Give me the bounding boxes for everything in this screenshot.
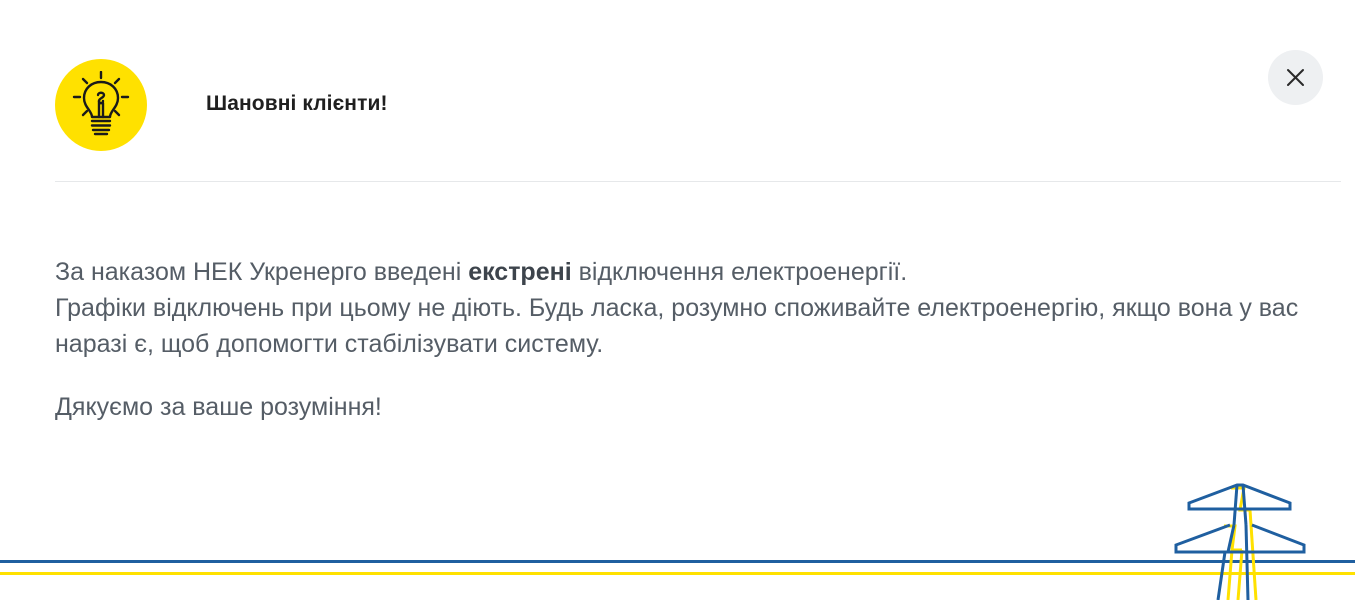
notification-modal: Шановні клієнти! За наказом НЕК Укренерг…: [0, 0, 1355, 600]
message-emphasis: екстрені: [468, 258, 572, 286]
power-pylon-icon: [1174, 483, 1306, 600]
modal-title: Шановні клієнти!: [206, 92, 388, 115]
close-button[interactable]: [1268, 50, 1323, 105]
message-line1-end: відключення електроенергії.: [571, 258, 908, 286]
thanks-text: Дякуємо за ваше розуміння!: [55, 393, 382, 421]
message-line1-start: За наказом НЕК Укренерго введені: [55, 258, 469, 286]
modal-header: Шановні клієнти!: [55, 59, 1341, 182]
footer-decoration: [0, 470, 1355, 600]
modal-message: За наказом НЕК Укренерго введені екстрен…: [55, 254, 1335, 425]
message-paragraph: За наказом НЕК Укренерго введені екстрен…: [55, 254, 1335, 362]
lightbulb-badge: [55, 59, 147, 151]
message-line2: Графіки відключень при цьому не діють. Б…: [55, 294, 1299, 358]
